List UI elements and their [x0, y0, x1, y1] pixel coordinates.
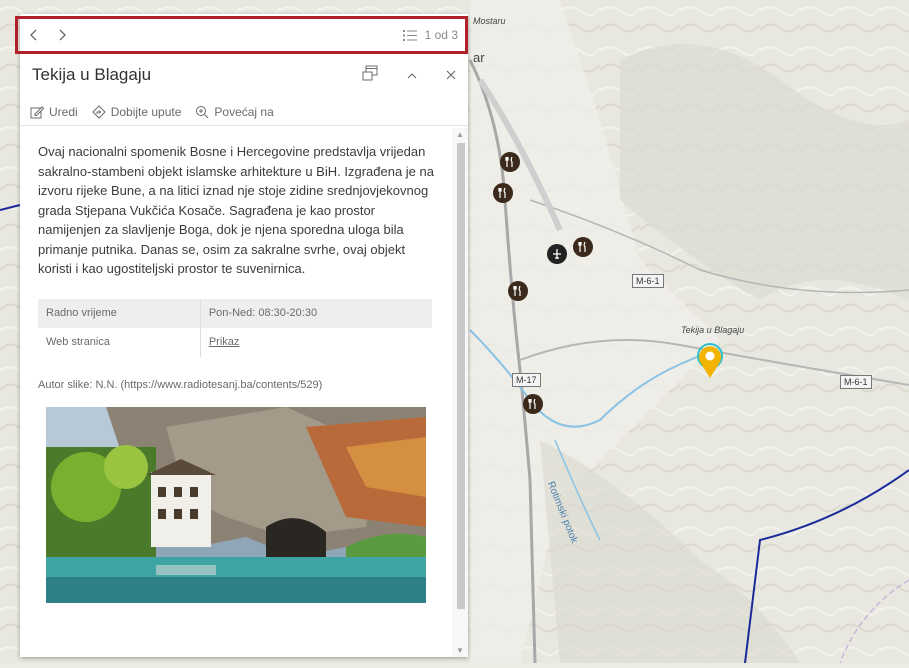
popup-scrollbar[interactable]: ▲ ▼ — [452, 128, 468, 657]
dock-icon — [362, 65, 378, 81]
edit-button[interactable]: Uredi — [30, 105, 78, 119]
map-label-tekija: Tekija u Blagaju — [681, 325, 745, 335]
popup-content[interactable]: Ovaj nacionalni spomenik Bosne i Hercego… — [20, 128, 452, 657]
map-label-ar: ar — [473, 50, 485, 65]
restaurant-icon[interactable] — [500, 152, 520, 172]
map-label-mostaru: Mostaru — [473, 16, 506, 26]
scroll-down-icon[interactable]: ▼ — [455, 646, 465, 655]
directions-icon — [91, 104, 106, 119]
feature-popup: 1 od 3 Tekija u Blagaju Uredi Dobijte up… — [20, 14, 468, 657]
dock-button[interactable] — [362, 65, 378, 85]
restaurant-icon[interactable] — [493, 183, 513, 203]
collapse-button[interactable] — [406, 67, 418, 84]
zoom-to-button[interactable]: Povećaj na — [195, 104, 274, 119]
table-row: Web stranica Prikaz — [38, 327, 432, 357]
scroll-thumb[interactable] — [457, 143, 465, 609]
website-link[interactable]: Prikaz — [209, 336, 240, 348]
collapse-icon — [407, 72, 417, 78]
table-row: Radno vrijeme Pon-Ned: 08:30-20:30 — [38, 298, 432, 328]
road-shield-m17: M-17 — [512, 373, 541, 387]
road-shield-m6-1: M-6-1 — [840, 375, 872, 389]
next-button[interactable] — [48, 21, 76, 49]
attribute-table: Radno vrijeme Pon-Ned: 08:30-20:30 Web s… — [38, 298, 432, 357]
feature-photo — [46, 406, 426, 603]
popup-header: Tekija u Blagaju — [20, 54, 468, 96]
directions-label: Dobijte upute — [110, 104, 182, 119]
attribute-label: Radno vrijeme — [38, 298, 201, 328]
popup-actions: Uredi Dobijte upute Povećaj na — [20, 98, 468, 126]
chevron-left-icon — [30, 29, 37, 41]
zoom-to-label: Povećaj na — [214, 104, 274, 119]
attribute-label: Web stranica — [46, 336, 110, 348]
zoom-in-icon — [196, 105, 209, 118]
road-shield-m6-1: M-6-1 — [632, 274, 664, 288]
attribute-value: Pon-Ned: 08:30-20:30 — [199, 298, 432, 328]
directions-button[interactable]: Dobijte upute — [91, 104, 182, 119]
restaurant-icon[interactable] — [573, 237, 593, 257]
popup-navigation-bar: 1 od 3 — [20, 17, 468, 54]
feature-description: Ovaj nacionalni spomenik Bosne i Hercego… — [38, 144, 434, 276]
previous-button[interactable] — [20, 21, 48, 49]
restaurant-icon[interactable] — [508, 281, 528, 301]
close-button[interactable] — [446, 67, 456, 84]
chevron-right-icon — [59, 29, 66, 41]
close-icon — [446, 70, 456, 79]
restaurant-icon[interactable] — [523, 394, 543, 414]
edit-icon — [30, 105, 44, 118]
airport-icon[interactable] — [547, 244, 567, 264]
feature-pager[interactable]: 1 od 3 — [402, 28, 458, 42]
scroll-up-icon[interactable]: ▲ — [455, 130, 465, 139]
photo-credit: Autor slike: N.N. (https://www.radiotesa… — [38, 378, 323, 391]
list-icon — [402, 29, 417, 41]
pager-text: 1 od 3 — [424, 28, 458, 42]
popup-title: Tekija u Blagaju — [32, 65, 152, 84]
edit-label: Uredi — [49, 104, 78, 119]
